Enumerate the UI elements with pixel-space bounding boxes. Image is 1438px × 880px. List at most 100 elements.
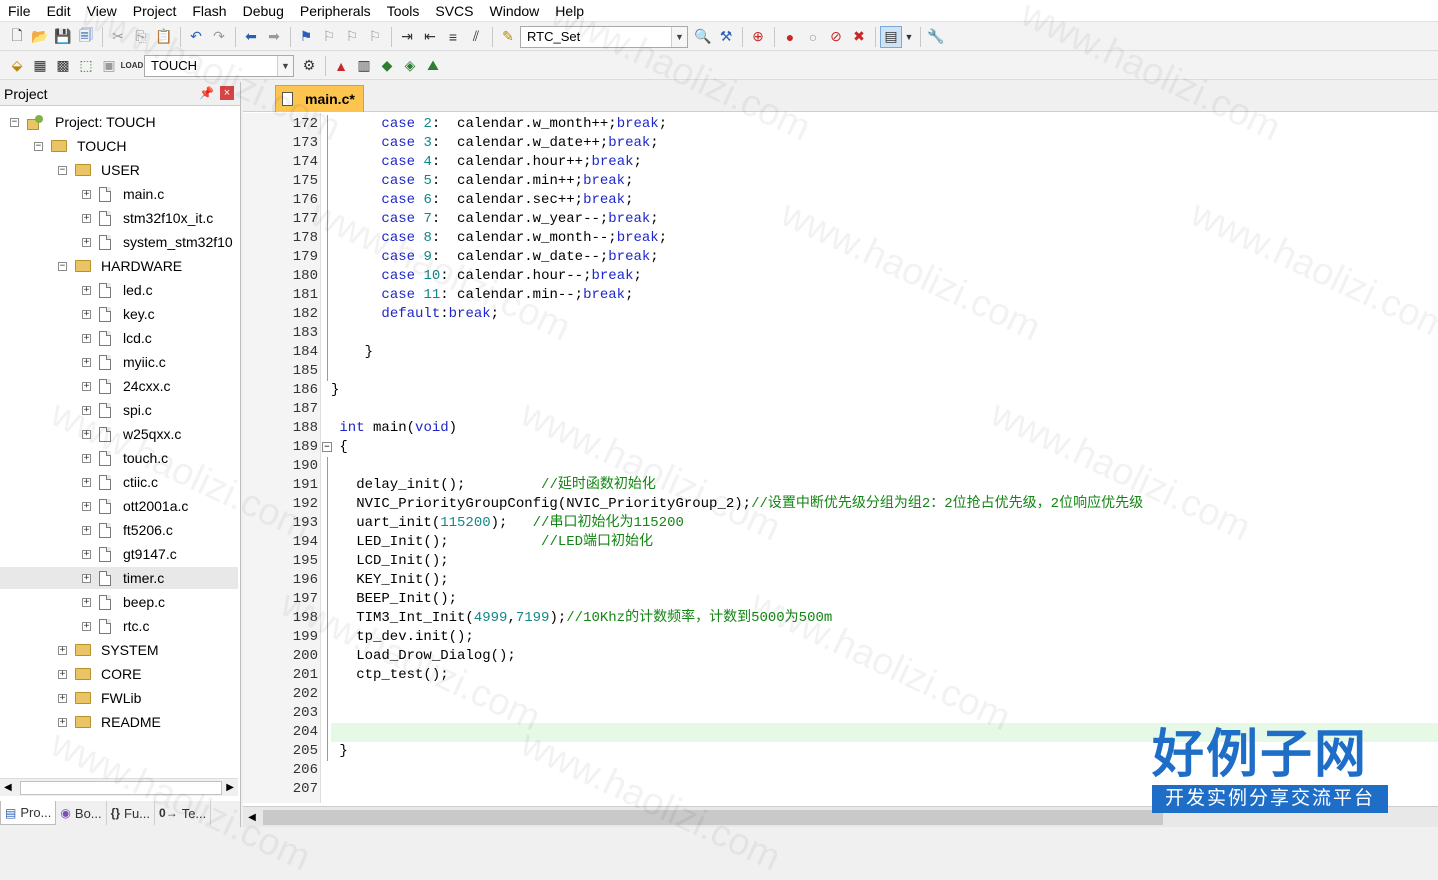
- menu-window[interactable]: Window: [482, 0, 548, 22]
- expand-icon[interactable]: +: [82, 357, 91, 367]
- disable-all-breakpoints-icon[interactable]: ⊘: [825, 26, 847, 48]
- code-line[interactable]: [331, 400, 1438, 419]
- code-line[interactable]: case 10: calendar.hour--;break;: [331, 267, 1438, 286]
- tree-item-main-c[interactable]: + main.c: [0, 183, 238, 205]
- code-line[interactable]: delay_init(); //延时函数初始化: [331, 476, 1438, 495]
- code-line[interactable]: LED_Init(); //LED端口初始化: [331, 533, 1438, 552]
- menu-flash[interactable]: Flash: [184, 0, 234, 22]
- find-in-files-icon[interactable]: ✎: [497, 26, 519, 48]
- download-icon[interactable]: LOAD: [121, 55, 144, 77]
- tree-item-key-c[interactable]: + key.c: [0, 303, 238, 325]
- code-line[interactable]: }: [331, 381, 1438, 400]
- start-debug-icon[interactable]: ⊕: [747, 26, 769, 48]
- paste-icon[interactable]: 📋: [153, 26, 175, 48]
- manage-components-icon[interactable]: ▲: [330, 55, 352, 77]
- panel-tab-functions[interactable]: {} Fu...: [107, 801, 156, 825]
- project-horizontal-scrollbar[interactable]: ◀ ▶: [0, 778, 238, 796]
- tree-item-lcd-c[interactable]: + lcd.c: [0, 327, 238, 349]
- unindent-icon[interactable]: ⇤: [419, 26, 441, 48]
- select-packs-icon[interactable]: ◆: [376, 55, 398, 77]
- expand-icon[interactable]: +: [82, 405, 91, 415]
- tree-item-fwlib[interactable]: + FWLib: [0, 687, 238, 709]
- tree-item-ott2001a-c[interactable]: + ott2001a.c: [0, 495, 238, 517]
- code-line[interactable]: case 8: calendar.w_month--;break;: [331, 229, 1438, 248]
- expand-icon[interactable]: +: [82, 549, 91, 559]
- tab-main-c[interactable]: main.c*: [275, 85, 364, 112]
- comment-icon[interactable]: ≡: [442, 26, 464, 48]
- chevron-down-icon[interactable]: ▼: [671, 26, 687, 47]
- code-line[interactable]: BEEP_Init();: [331, 590, 1438, 609]
- collapse-icon[interactable]: −: [58, 165, 67, 175]
- code-line[interactable]: default:break;: [331, 305, 1438, 324]
- tree-item-ctiic-c[interactable]: + ctiic.c: [0, 471, 238, 493]
- menu-project[interactable]: Project: [125, 0, 185, 22]
- stop-build-icon[interactable]: ▣: [98, 55, 120, 77]
- tree-item-gt9147-c[interactable]: + gt9147.c: [0, 543, 238, 565]
- code-line[interactable]: case 3: calendar.w_date++;break;: [331, 134, 1438, 153]
- code-line[interactable]: int main(void): [331, 419, 1438, 438]
- build-icon[interactable]: ▦: [29, 55, 51, 77]
- menu-tools[interactable]: Tools: [379, 0, 428, 22]
- tree-item-project-touch[interactable]: − Project: TOUCH: [0, 111, 238, 133]
- code-line[interactable]: {: [331, 438, 1438, 457]
- scroll-left-icon[interactable]: ◀: [243, 812, 261, 823]
- code-editor[interactable]: case 2: calendar.w_month++;break; case 3…: [331, 113, 1438, 803]
- tree-item-w25qxx-c[interactable]: + w25qxx.c: [0, 423, 238, 445]
- menu-debug[interactable]: Debug: [235, 0, 292, 22]
- expand-icon[interactable]: +: [82, 453, 91, 463]
- collapse-icon[interactable]: −: [58, 261, 67, 271]
- close-icon[interactable]: ×: [220, 86, 234, 100]
- new-file-icon[interactable]: 🗋: [6, 26, 28, 48]
- build-target-combo[interactable]: TOUCH ▼: [144, 54, 294, 77]
- expand-icon[interactable]: +: [82, 621, 91, 631]
- tree-item-hardware[interactable]: − HARDWARE: [0, 255, 238, 277]
- tree-item-core[interactable]: + CORE: [0, 663, 238, 685]
- tree-item-touch[interactable]: − TOUCH: [0, 135, 238, 157]
- cut-icon[interactable]: ✂: [107, 26, 129, 48]
- save-icon[interactable]: 💾: [52, 26, 74, 48]
- incremental-find-icon[interactable]: ⚒: [715, 26, 737, 48]
- code-line[interactable]: case 6: calendar.sec++;break;: [331, 191, 1438, 210]
- tree-item-system[interactable]: + SYSTEM: [0, 639, 238, 661]
- tree-item-ft5206-c[interactable]: + ft5206.c: [0, 519, 238, 541]
- target-combo[interactable]: RTC_Set ▼: [520, 25, 688, 48]
- code-line[interactable]: [331, 704, 1438, 723]
- disable-breakpoint-icon[interactable]: ○: [802, 26, 824, 48]
- tree-item-system-stm32f10[interactable]: + system_stm32f10: [0, 231, 238, 253]
- previous-bookmark-icon[interactable]: ⚐: [318, 26, 340, 48]
- code-line[interactable]: }: [331, 343, 1438, 362]
- indent-icon[interactable]: ⇥: [396, 26, 418, 48]
- code-line[interactable]: case 11: calendar.min--;break;: [331, 286, 1438, 305]
- expand-icon[interactable]: +: [58, 669, 67, 679]
- tree-item-myiic-c[interactable]: + myiic.c: [0, 351, 238, 373]
- copy-icon[interactable]: ⎘: [130, 26, 152, 48]
- insert-bookmark-icon[interactable]: ⚑: [295, 26, 317, 48]
- code-line[interactable]: case 5: calendar.min++;break;: [331, 172, 1438, 191]
- expand-icon[interactable]: +: [82, 213, 91, 223]
- tree-item-touch-c[interactable]: + touch.c: [0, 447, 238, 469]
- code-line[interactable]: case 4: calendar.hour++;break;: [331, 153, 1438, 172]
- expand-icon[interactable]: +: [82, 237, 91, 247]
- navigate-forward-icon[interactable]: ➡: [263, 26, 285, 48]
- code-line[interactable]: case 2: calendar.w_month++;break;: [331, 115, 1438, 134]
- chevron-down-icon[interactable]: ▼: [277, 55, 293, 76]
- dropdown-arrow-icon[interactable]: ▼: [903, 26, 915, 48]
- expand-icon[interactable]: +: [82, 429, 91, 439]
- expand-icon[interactable]: +: [58, 717, 67, 727]
- expand-icon[interactable]: +: [82, 333, 91, 343]
- breakpoint-icon[interactable]: ●: [779, 26, 801, 48]
- code-line[interactable]: KEY_Init();: [331, 571, 1438, 590]
- menu-peripherals[interactable]: Peripherals: [292, 0, 379, 22]
- tree-item-user[interactable]: − USER: [0, 159, 238, 181]
- expand-icon[interactable]: +: [82, 309, 91, 319]
- expand-icon[interactable]: +: [82, 189, 91, 199]
- expand-icon[interactable]: +: [82, 501, 91, 511]
- expand-icon[interactable]: +: [82, 285, 91, 295]
- code-line[interactable]: [331, 685, 1438, 704]
- code-line[interactable]: TIM3_Int_Init(4999,7199);//10Khz的计数频率，计数…: [331, 609, 1438, 628]
- pack-installer-icon[interactable]: ⛰: [422, 55, 444, 77]
- redo-icon[interactable]: ↷: [208, 26, 230, 48]
- navigate-back-icon[interactable]: ⬅: [240, 26, 262, 48]
- kill-all-breakpoints-icon[interactable]: ✖: [848, 26, 870, 48]
- tree-item-stm32f10x-it-c[interactable]: + stm32f10x_it.c: [0, 207, 238, 229]
